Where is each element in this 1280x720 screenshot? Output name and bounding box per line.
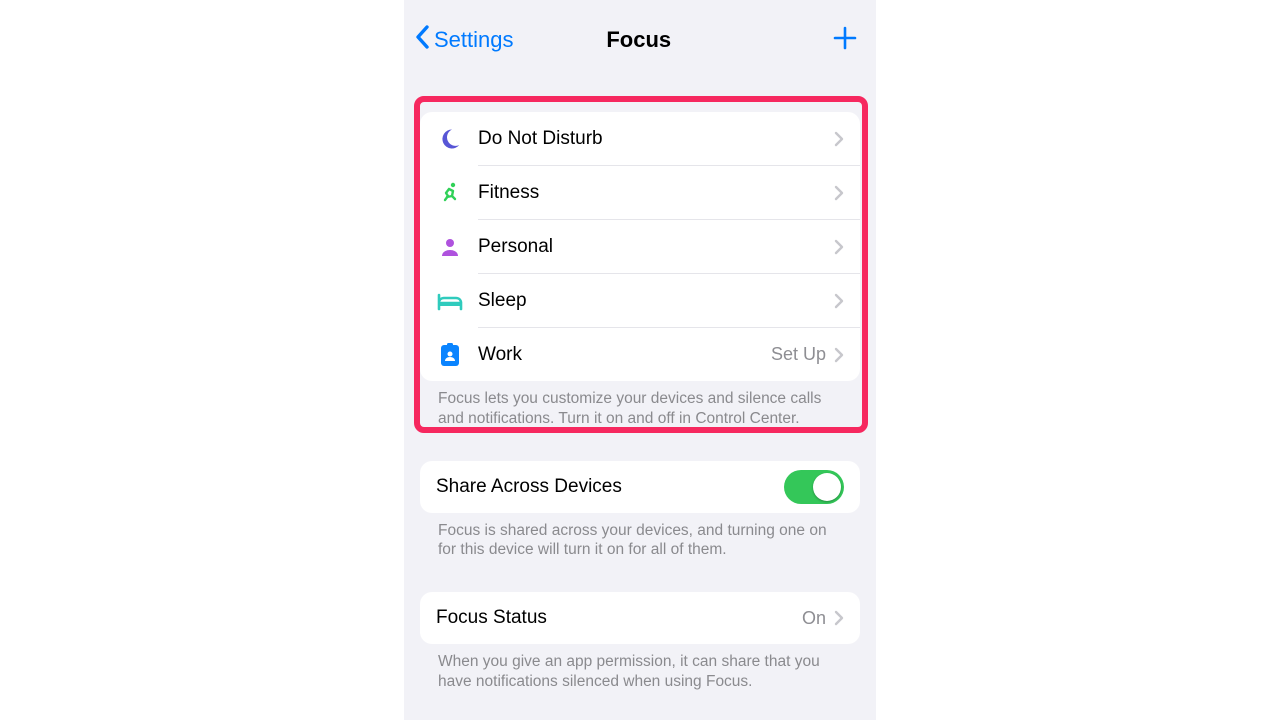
status-label: Focus Status [436, 607, 802, 629]
chevron-right-icon [834, 293, 844, 309]
person-icon [436, 233, 464, 261]
running-icon [436, 179, 464, 207]
focus-modes-group: Do Not Disturb Fitness [420, 112, 860, 381]
focus-row-do-not-disturb[interactable]: Do Not Disturb [420, 112, 860, 165]
focus-row-fitness[interactable]: Fitness [420, 166, 860, 219]
share-footer: Focus is shared across your devices, and… [404, 513, 876, 569]
focus-row-personal[interactable]: Personal [420, 220, 860, 273]
share-row[interactable]: Share Across Devices [420, 461, 860, 513]
row-label: Personal [478, 236, 834, 258]
share-group: Share Across Devices [420, 461, 860, 513]
row-label: Work [478, 344, 771, 366]
share-toggle[interactable] [784, 470, 844, 504]
row-trailing: Set Up [771, 344, 826, 365]
device-inner: Settings Focus Do Not Disturb [404, 0, 876, 720]
modes-footer: Focus lets you customize your devices an… [404, 381, 876, 437]
plus-icon [832, 38, 858, 55]
chevron-left-icon [414, 24, 434, 56]
status-value: On [802, 608, 826, 629]
chevron-right-icon [834, 347, 844, 363]
stage: Settings Focus Do Not Disturb [0, 0, 1280, 720]
status-row[interactable]: Focus Status On [420, 592, 860, 644]
add-button[interactable] [828, 21, 862, 60]
chevron-right-icon [834, 185, 844, 201]
status-footer: When you give an app permission, it can … [404, 644, 876, 700]
focus-row-work[interactable]: Work Set Up [420, 328, 860, 381]
navbar: Settings Focus [404, 0, 876, 70]
chevron-right-icon [834, 610, 844, 626]
page-title: Focus [450, 27, 829, 53]
share-label: Share Across Devices [436, 476, 784, 498]
badge-icon [436, 341, 464, 369]
focus-row-sleep[interactable]: Sleep [420, 274, 860, 327]
row-label: Do Not Disturb [478, 128, 834, 150]
device-frame: Settings Focus Do Not Disturb [404, 0, 876, 720]
chevron-right-icon [834, 131, 844, 147]
status-group: Focus Status On [420, 592, 860, 644]
bed-icon [436, 287, 464, 315]
chevron-right-icon [834, 239, 844, 255]
row-label: Fitness [478, 182, 834, 204]
moon-icon [436, 125, 464, 153]
row-label: Sleep [478, 290, 834, 312]
